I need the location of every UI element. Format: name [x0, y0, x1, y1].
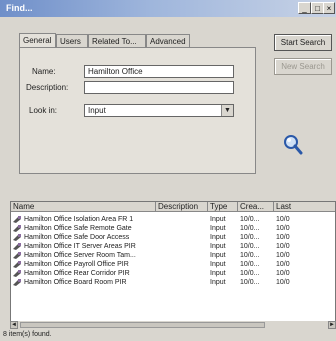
table-row[interactable]: Hamilton Office Rear Corridor PIR Input 10…	[11, 269, 335, 278]
tab-advanced[interactable]: Advanced	[146, 34, 190, 48]
description-input[interactable]	[84, 81, 234, 94]
look-in-value: Input	[88, 106, 106, 115]
table-row[interactable]: Hamilton Office IT Server Areas PIR Input…	[11, 242, 335, 251]
magnifier-icon	[284, 135, 303, 155]
cell-name: Hamilton Office IT Server Areas PIR	[24, 243, 136, 250]
new-search-button[interactable]: New Search	[274, 58, 332, 75]
input-icon	[13, 261, 21, 268]
cell-last: 10/0	[276, 252, 290, 259]
horizontal-scrollbar[interactable]: ◄ ►	[10, 321, 336, 329]
table-row[interactable]: Hamilton Office Isolation Area FR 1 Input…	[11, 215, 335, 224]
close-button[interactable]: ×	[323, 2, 335, 14]
tab-general[interactable]: General	[19, 33, 56, 48]
cell-type: Input	[210, 252, 226, 259]
input-icon	[13, 243, 21, 250]
cell-type: Input	[210, 225, 226, 232]
cell-type: Input	[210, 261, 226, 268]
cell-created: 10/0...	[240, 234, 260, 241]
cell-created: 10/0...	[240, 270, 260, 277]
cell-last: 10/0	[276, 216, 290, 223]
tab-related-to[interactable]: Related To...	[88, 34, 146, 48]
scroll-right-icon[interactable]: ►	[328, 321, 336, 329]
column-header-description[interactable]: Description	[156, 202, 208, 212]
scroll-left-icon[interactable]: ◄	[10, 321, 18, 329]
cell-name: Hamilton Office Isolation Area FR 1	[24, 216, 134, 223]
description-label: Description:	[26, 83, 69, 92]
look-in-label: Look in:	[29, 106, 58, 115]
input-icon	[13, 279, 21, 286]
general-panel: Name: Hamilton Office Description: Look …	[19, 47, 256, 174]
cell-last: 10/0	[276, 270, 290, 277]
chevron-down-icon[interactable]: ▼	[221, 105, 233, 116]
cell-type: Input	[210, 270, 226, 277]
cell-name: Hamilton Office Rear Corridor PIR	[24, 270, 130, 277]
results-list[interactable]: Name Description Type Crea... Last Hamil…	[10, 201, 336, 329]
cell-name: Hamilton Office Board Room PIR	[24, 279, 127, 286]
title-bar[interactable]: Find... _ □ ×	[0, 0, 336, 17]
name-label: Name:	[32, 67, 56, 76]
cell-created: 10/0...	[240, 252, 260, 259]
name-input[interactable]: Hamilton Office	[84, 65, 234, 78]
cell-created: 10/0...	[240, 225, 260, 232]
cell-created: 10/0...	[240, 243, 260, 250]
cell-last: 10/0	[276, 279, 290, 286]
table-row[interactable]: Hamilton Office Safe Remote Gate Input 10/…	[11, 224, 335, 233]
cell-last: 10/0	[276, 225, 290, 232]
cell-created: 10/0...	[240, 261, 260, 268]
find-window: Find... _ □ × General Users Related To..…	[0, 0, 336, 341]
input-icon	[13, 216, 21, 223]
status-bar-text: 8 item(s) found.	[3, 331, 52, 338]
minimize-button[interactable]: _	[298, 2, 311, 14]
column-header-created[interactable]: Crea...	[238, 202, 274, 212]
cell-name: Hamilton Office Safe Remote Gate	[24, 225, 132, 232]
tab-users[interactable]: Users	[56, 34, 88, 48]
cell-last: 10/0	[276, 234, 290, 241]
table-row[interactable]: Hamilton Office Server Room Tam... Input 1…	[11, 251, 335, 260]
look-in-select[interactable]: Input ▼	[84, 104, 234, 117]
cell-type: Input	[210, 216, 226, 223]
scroll-thumb[interactable]	[20, 322, 265, 328]
start-search-button[interactable]: Start Search	[274, 34, 332, 51]
window-title: Find...	[6, 3, 33, 13]
cell-type: Input	[210, 279, 226, 286]
cell-name: Hamilton Office Safe Door Access	[24, 234, 130, 241]
cell-last: 10/0	[276, 261, 290, 268]
results-header: Name Description Type Crea... Last	[11, 202, 335, 212]
table-row[interactable]: Hamilton Office Payroll Office PIR Input 1…	[11, 260, 335, 269]
input-icon	[13, 225, 21, 232]
column-header-type[interactable]: Type	[208, 202, 238, 212]
input-icon	[13, 252, 21, 259]
table-row[interactable]: Hamilton Office Board Room PIR Input 10/0.…	[11, 278, 335, 287]
input-icon	[13, 270, 21, 277]
cell-created: 10/0...	[240, 216, 260, 223]
column-header-last[interactable]: Last	[274, 202, 335, 212]
input-icon	[13, 234, 21, 241]
cell-name: Hamilton Office Payroll Office PIR	[24, 261, 129, 268]
table-row[interactable]: Hamilton Office Safe Door Access Input 10/…	[11, 233, 335, 242]
column-header-name[interactable]: Name	[11, 202, 156, 212]
cell-last: 10/0	[276, 243, 290, 250]
cell-type: Input	[210, 234, 226, 241]
cell-type: Input	[210, 243, 226, 250]
cell-created: 10/0...	[240, 279, 260, 286]
cell-name: Hamilton Office Server Room Tam...	[24, 252, 136, 259]
